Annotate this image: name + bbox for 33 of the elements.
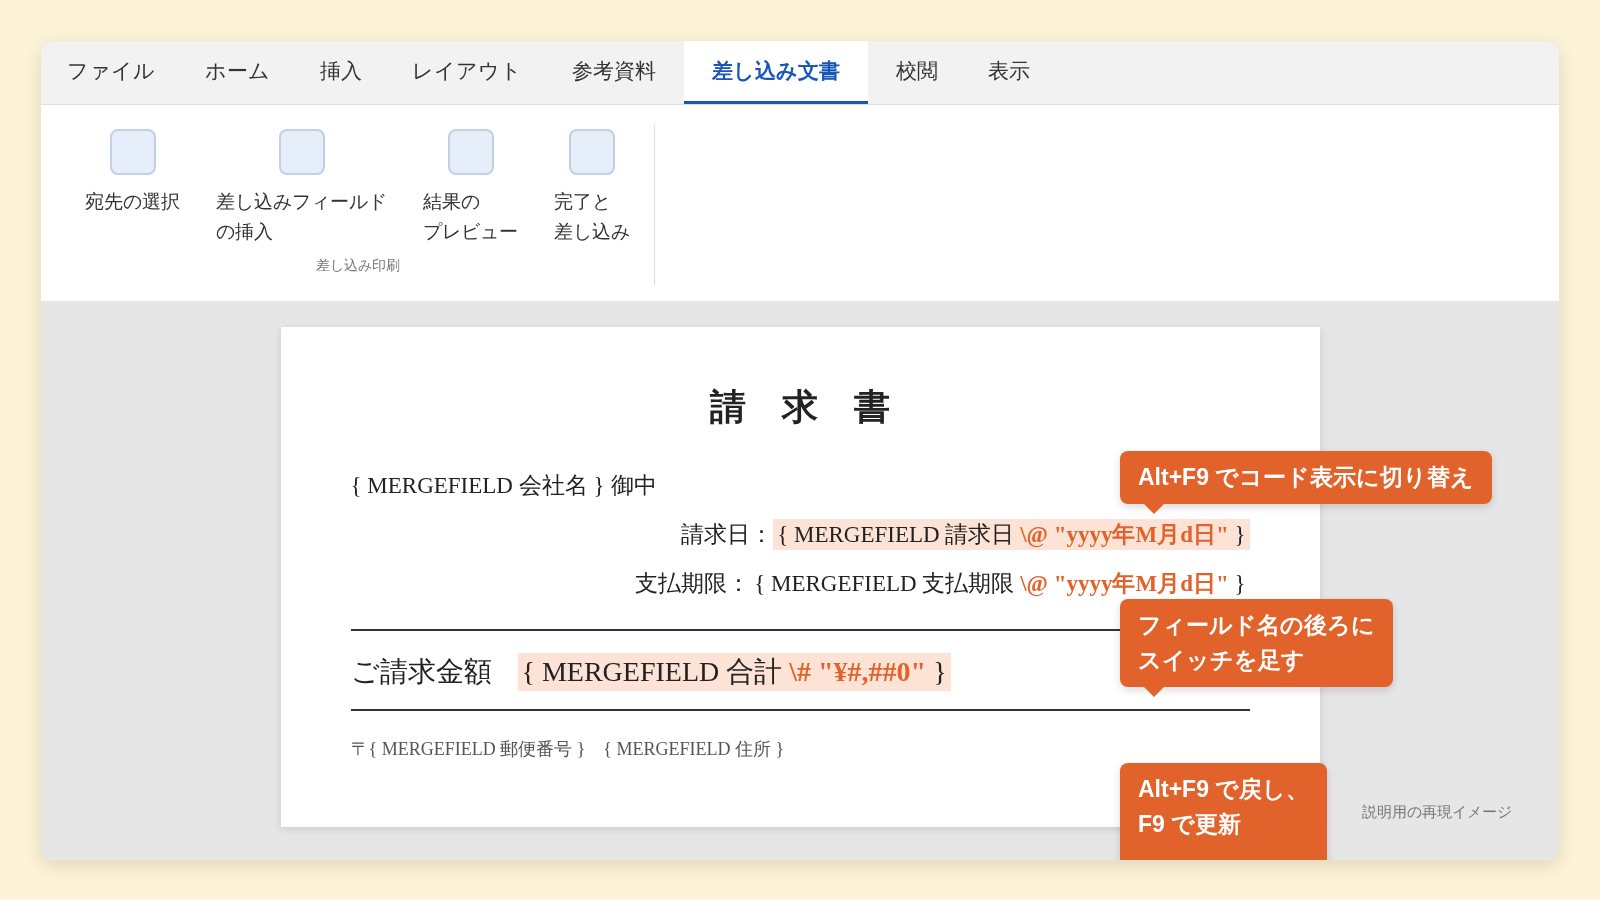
ribbon-button[interactable]: 完了と 差し込み: [550, 125, 634, 251]
ribbon-tab[interactable]: 参考資料: [550, 41, 678, 104]
field-label: 支払期限：: [635, 570, 751, 598]
ribbon-button[interactable]: 結果の プレビュー: [419, 125, 522, 251]
amount-label: ご請求金額: [350, 655, 492, 689]
callout-pointer: [1144, 504, 1164, 514]
square-icon: [278, 129, 325, 175]
square-icon: [109, 129, 156, 175]
ribbon-tab[interactable]: ホーム: [183, 41, 292, 104]
merge-field: { MERGEFIELD 支払期限 \@ "yyyy年M月d日" }: [750, 568, 1250, 599]
group-label: 差し込み印刷: [315, 257, 400, 275]
square-icon: [447, 129, 494, 175]
honorific-text: 御中: [610, 472, 657, 500]
ribbon-tab[interactable]: ファイル: [45, 41, 177, 104]
ribbon-tab[interactable]: レイアウト: [390, 41, 544, 104]
callout: Alt+F9 でコード表示に切り替え: [1120, 451, 1493, 504]
field-label: 請求日：: [681, 521, 774, 549]
document-title: 請 求 書: [709, 386, 891, 429]
ribbon-button[interactable]: 宛先の選択: [81, 125, 184, 221]
ribbon-tab[interactable]: 差し込み文書: [684, 41, 868, 104]
caption-text: 説明用の再現イメージ: [1362, 803, 1512, 822]
ribbon-button[interactable]: 差し込みフィールド の挿入: [212, 125, 391, 251]
merge-field: { MERGEFIELD 合計 \# "¥#,##0" }: [517, 653, 951, 691]
ribbon-tab[interactable]: 表示: [966, 41, 1052, 104]
callout-pointer: [1144, 687, 1164, 697]
merge-field: { MERGEFIELD 会社名 }: [350, 470, 605, 501]
address-line: 〒{ MERGEFIELD 郵便番号 } { MERGEFIELD 住所 }: [350, 738, 786, 761]
ribbon-tab[interactable]: 挿入: [298, 41, 384, 104]
square-icon: [569, 129, 615, 175]
merge-field: { MERGEFIELD 請求日 \@ "yyyy年M月d日" }: [773, 519, 1250, 550]
ribbon-tab[interactable]: 校閲: [874, 41, 960, 104]
callout: フィールド名の後ろに スイッチを足す: [1120, 599, 1393, 687]
callout: Alt+F9 で戻し、 F9 で更新: [1120, 763, 1328, 860]
